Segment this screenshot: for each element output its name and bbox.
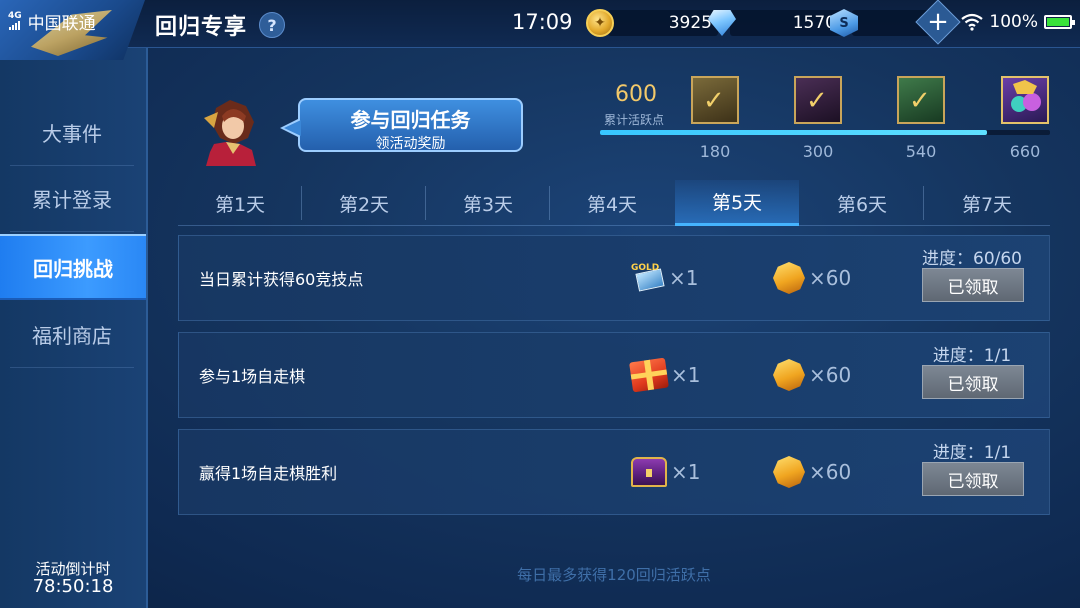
- activity-points: 600: [615, 82, 657, 107]
- activity-gem-icon: [773, 456, 805, 488]
- task-banner: 参与回归任务 领活动奖励: [280, 98, 523, 152]
- tab-label: 第5天: [711, 192, 763, 214]
- task-name: 赢得1场自走棋胜利: [199, 464, 338, 483]
- tab-label: 第1天: [214, 193, 266, 216]
- banner-title: 参与回归任务: [350, 108, 471, 132]
- diamond-amount: 1570: [730, 10, 842, 36]
- reward-qty: ×60: [809, 460, 852, 484]
- sidebar-item-label: 累计登录: [32, 188, 112, 212]
- reward-qty: ×1: [669, 266, 699, 290]
- gold-coin-icon: ✦: [586, 9, 614, 37]
- task-name: 参与1场自走棋: [199, 367, 306, 386]
- sidebar-item-login[interactable]: 累计登录: [10, 166, 134, 232]
- network-type: 4G: [8, 11, 22, 21]
- plus-icon: +: [927, 7, 949, 37]
- reward-qty: ×1: [671, 363, 701, 387]
- reward-ticket-icon[interactable]: ✓: [897, 76, 945, 124]
- tab-label: 第6天: [836, 193, 888, 216]
- tab-day-1[interactable]: 第1天: [178, 180, 302, 226]
- banner-subtitle: 领活动奖励: [375, 136, 446, 152]
- sidebar-item-label: 大事件: [42, 122, 102, 146]
- task-row: 赢得1场自走棋胜利 ×1 ×60 进度：1/1 已领取: [178, 429, 1050, 515]
- milestone-540: 540: [905, 142, 937, 161]
- task-progress: 进度：1/1: [932, 443, 1012, 463]
- carrier-name: 中国联通: [27, 13, 96, 34]
- task-name: 当日累计获得60竞技点: [199, 270, 364, 289]
- reward-item: ×1: [629, 357, 701, 393]
- app-root: 4G 中国联通 回归专享 ? 17:09 ✦ 3925 1570 S 7 + 1…: [0, 0, 1080, 608]
- gold-card-icon: GOLD: [631, 263, 665, 293]
- reward-qty: ×60: [809, 266, 852, 290]
- activity-gem-icon: [773, 359, 805, 391]
- tab-day-7[interactable]: 第7天: [925, 180, 1049, 226]
- reward-item: GOLD ×1: [631, 260, 698, 296]
- footer-note: 每日最多获得120回归活跃点: [517, 566, 711, 584]
- sidebar-item-challenge[interactable]: 回归挑战: [0, 234, 146, 300]
- clock: 17:09: [512, 10, 573, 34]
- milestone-180: 180: [699, 142, 731, 161]
- diamond-currency: 1570: [708, 8, 842, 38]
- help-icon[interactable]: ?: [259, 12, 285, 38]
- status-bar-left: 4G 中国联通: [8, 6, 96, 36]
- signal-icon: [9, 21, 21, 30]
- milestone-660: 660: [1009, 142, 1041, 161]
- task-progress: 进度：60/60: [922, 249, 1022, 269]
- reward-item: ×1: [631, 454, 700, 490]
- task-row: 当日累计获得60竞技点 GOLD ×1 ×60 进度：60/60 已领取: [178, 235, 1050, 321]
- reward-item: ×60: [773, 454, 851, 490]
- task-progress: 进度：1/1: [932, 346, 1012, 366]
- check-icon: ✓: [703, 86, 725, 116]
- tab-day-6[interactable]: 第6天: [800, 180, 924, 226]
- sidebar-item-label: 回归挑战: [33, 256, 113, 281]
- activity-points-label: 累计活跃点: [604, 113, 665, 127]
- tab-label: 第2天: [338, 193, 390, 216]
- battery-icon: [1044, 15, 1075, 29]
- milestone-300: 300: [802, 142, 834, 161]
- day-tabs: 第1天 第2天 第3天 第4天 第5天 第6天 第7天: [178, 180, 1050, 226]
- tab-label: 第7天: [961, 193, 1013, 216]
- claimed-button[interactable]: 已领取: [922, 365, 1024, 399]
- battery-percent: 100%: [989, 12, 1038, 32]
- tab-day-4[interactable]: 第4天: [550, 180, 674, 226]
- reward-item: ×60: [773, 357, 851, 393]
- tab-label: 第3天: [462, 193, 514, 216]
- claimed-button[interactable]: 已领取: [922, 462, 1024, 496]
- countdown-time: 78:50:18: [32, 576, 114, 597]
- gold-currency: ✦ 3925: [586, 8, 718, 38]
- status-bar-right: 100%: [961, 8, 1075, 36]
- reward-item: ×60: [773, 260, 851, 296]
- tab-day-2[interactable]: 第2天: [302, 180, 426, 226]
- sidebar-item-shop[interactable]: 福利商店: [10, 302, 134, 368]
- claimed-button[interactable]: 已领取: [922, 268, 1024, 302]
- activity-progress-fill: [600, 130, 987, 135]
- sidebar-item-events[interactable]: 大事件: [10, 100, 134, 166]
- gold-amount: 3925: [608, 10, 718, 36]
- task-row: 参与1场自走棋 ×1 ×60 进度：1/1 已领取: [178, 332, 1050, 418]
- reward-card-icon[interactable]: ✓: [794, 76, 842, 124]
- reward-chest-icon[interactable]: ✓: [691, 76, 739, 124]
- reward-qty: ×1: [671, 460, 701, 484]
- activity-gem-icon: [773, 262, 805, 294]
- treasure-chest-icon: [631, 457, 667, 487]
- tab-day-3[interactable]: 第3天: [426, 180, 550, 226]
- activity-progress-bar: [600, 130, 1050, 135]
- check-icon: ✓: [806, 86, 828, 116]
- tab-day-5[interactable]: 第5天: [675, 180, 799, 226]
- check-icon: ✓: [909, 86, 931, 116]
- sidebar-item-label: 福利商店: [32, 324, 112, 348]
- reward-skin-icon[interactable]: [1001, 76, 1049, 124]
- network-indicator: 4G: [8, 12, 22, 30]
- page-title: 回归专享: [155, 15, 248, 40]
- reward-qty: ×60: [809, 363, 852, 387]
- tab-label: 第4天: [586, 193, 638, 216]
- hero-portrait: [196, 98, 268, 166]
- sidebar: 大事件 累计登录 回归挑战 福利商店 活动倒计时 78:50:18: [0, 48, 148, 608]
- wifi-icon: [961, 13, 984, 31]
- gift-box-icon: [629, 357, 669, 393]
